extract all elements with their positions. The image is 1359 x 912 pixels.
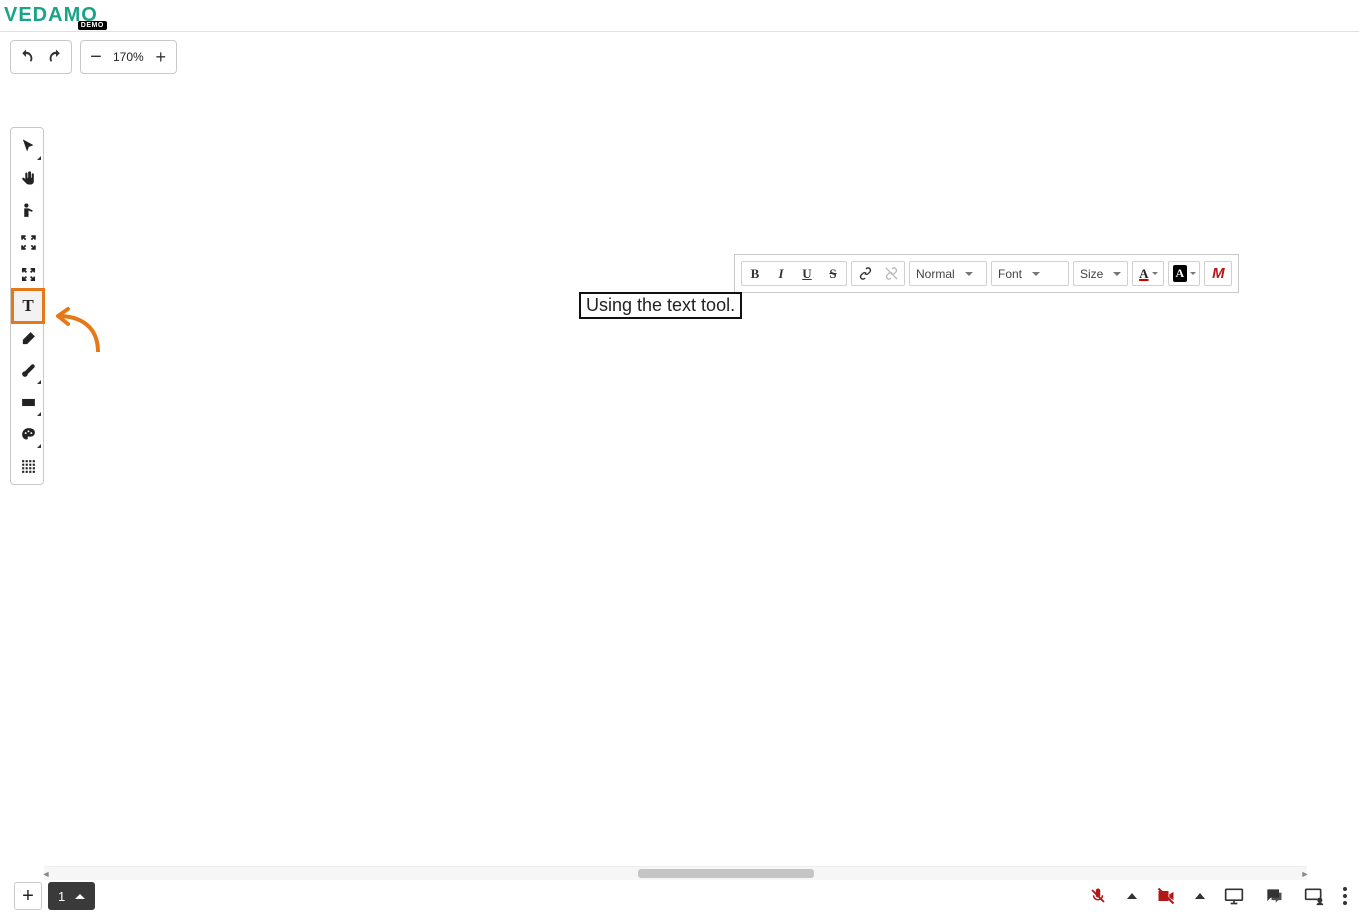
select-tool[interactable] [13, 130, 43, 162]
palette-icon [20, 426, 37, 443]
monitor-icon [1224, 886, 1244, 906]
bottom-right-controls [1087, 885, 1347, 907]
undo-icon [17, 48, 35, 66]
grid-tool[interactable] [13, 450, 43, 482]
font-size-select[interactable]: Size [1073, 261, 1128, 286]
bottom-bar: + 1 [0, 880, 1359, 912]
shape-tool[interactable] [13, 386, 43, 418]
redo-button[interactable] [41, 42, 71, 72]
page-indicator[interactable]: 1 [48, 882, 95, 910]
zoom-level-label: 170% [111, 50, 146, 64]
bold-button[interactable]: B [742, 262, 768, 285]
mic-options-caret[interactable] [1127, 893, 1137, 899]
text-icon: T [22, 296, 33, 316]
text-color-button[interactable]: A [1132, 261, 1164, 286]
pointer-tool[interactable] [13, 194, 43, 226]
chat-icon [1264, 886, 1284, 906]
undo-button[interactable] [11, 42, 41, 72]
basic-style-group: B I U S [741, 261, 847, 286]
current-page-number: 1 [58, 889, 65, 904]
bring-all-tool[interactable] [13, 226, 43, 258]
font-size-label: Size [1080, 267, 1103, 281]
chevron-down-icon [1113, 272, 1121, 276]
paragraph-style-label: Normal [916, 267, 955, 281]
dot-icon [1343, 901, 1347, 905]
brush-icon [20, 362, 37, 379]
rectangle-icon [20, 394, 37, 411]
participants-button[interactable] [1303, 885, 1325, 907]
arrows-in-icon [20, 234, 37, 251]
screen-person-icon [1304, 886, 1324, 906]
history-group [10, 40, 72, 74]
app-header: VEDAMO DEMO [0, 0, 1359, 32]
chevron-down-icon [1190, 272, 1196, 275]
annotation-arrow [50, 304, 110, 364]
camera-off-icon [1156, 886, 1176, 906]
chat-button[interactable] [1263, 885, 1285, 907]
bg-color-icon: A [1173, 265, 1188, 282]
redo-icon [47, 48, 65, 66]
microphone-off-icon [1089, 887, 1107, 905]
font-family-select[interactable]: Font [991, 261, 1069, 286]
text-color-icon: A [1139, 266, 1148, 282]
brand-tag: DEMO [78, 21, 107, 30]
add-page-button[interactable]: + [14, 882, 42, 910]
eraser-icon [20, 330, 37, 347]
link-icon [858, 266, 873, 281]
left-tool-palette: T [10, 127, 44, 485]
camera-options-caret[interactable] [1195, 893, 1205, 899]
dot-icon [1343, 887, 1347, 891]
top-toolbar: − 170% + [0, 32, 1359, 74]
hand-icon [20, 170, 37, 187]
chevron-up-icon [75, 894, 85, 899]
microphone-muted-button[interactable] [1087, 885, 1109, 907]
presenter-icon [20, 202, 37, 219]
font-family-label: Font [998, 267, 1022, 281]
cursor-icon [20, 138, 37, 155]
scrollbar-thumb[interactable] [638, 869, 815, 878]
screen-share-button[interactable] [1223, 885, 1245, 907]
dot-icon [1343, 894, 1347, 898]
grid-icon [20, 458, 37, 475]
unlink-icon [884, 266, 899, 281]
link-button[interactable] [852, 262, 878, 285]
brush-tool[interactable] [13, 354, 43, 386]
chevron-down-icon [965, 272, 973, 276]
unlink-button[interactable] [878, 262, 904, 285]
more-options-button[interactable] [1343, 887, 1347, 905]
canvas-text-box[interactable]: Using the text tool. [579, 292, 742, 319]
zoom-out-button[interactable]: − [81, 42, 111, 72]
math-icon: M [1212, 265, 1225, 282]
underline-button[interactable]: U [794, 262, 820, 285]
scroll-right-arrow[interactable]: ► [1299, 869, 1311, 879]
chevron-down-icon [1032, 272, 1040, 276]
background-color-button[interactable]: A [1168, 261, 1200, 286]
zoom-group: − 170% + [80, 40, 177, 74]
math-equation-button[interactable]: M [1204, 261, 1232, 286]
whiteboard-canvas[interactable]: − 170% + T [0, 32, 1359, 880]
color-palette-tool[interactable] [13, 418, 43, 450]
text-format-toolbar[interactable]: B I U S Normal Font Size A [734, 254, 1239, 293]
brand-logo: VEDAMO DEMO [4, 4, 106, 27]
camera-off-button[interactable] [1155, 885, 1177, 907]
horizontal-scrollbar[interactable]: ◄ ► [44, 866, 1307, 880]
paragraph-style-select[interactable]: Normal [909, 261, 987, 286]
hand-tool[interactable] [13, 162, 43, 194]
chevron-down-icon [1152, 272, 1158, 275]
zoom-in-button[interactable]: + [146, 42, 176, 72]
strikethrough-button[interactable]: S [820, 262, 846, 285]
spread-all-tool[interactable] [13, 258, 43, 290]
text-tool[interactable]: T [13, 290, 43, 322]
italic-button[interactable]: I [768, 262, 794, 285]
link-group [851, 261, 905, 286]
page-controls: + 1 [14, 882, 95, 910]
eraser-tool[interactable] [13, 322, 43, 354]
arrows-out-icon [20, 266, 37, 283]
canvas-text-content: Using the text tool. [586, 295, 735, 315]
scroll-left-arrow[interactable]: ◄ [40, 869, 52, 879]
